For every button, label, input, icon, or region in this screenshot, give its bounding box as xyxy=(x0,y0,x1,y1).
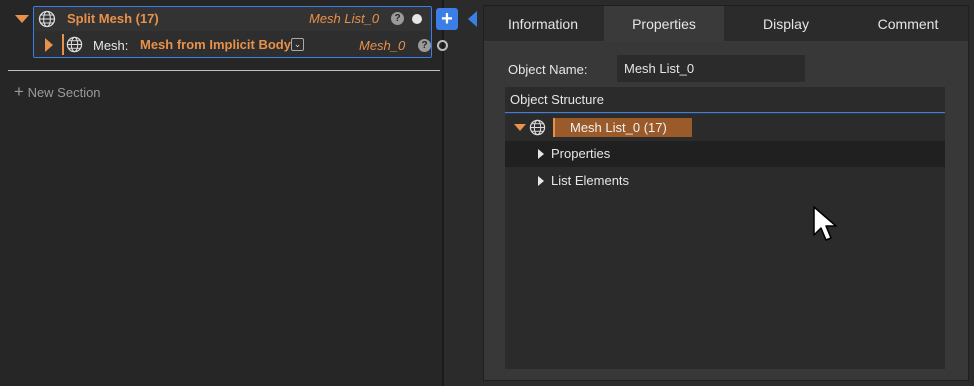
tree-item-properties[interactable]: Properties xyxy=(551,146,610,161)
node-output-name: Mesh List_0 xyxy=(309,11,380,26)
input-value[interactable]: Mesh from Implicit Body xyxy=(140,37,291,52)
expand-arrow-icon[interactable] xyxy=(45,38,53,52)
input-indent-bar xyxy=(62,34,64,55)
input-port-ring[interactable] xyxy=(437,40,448,51)
object-name-field[interactable]: Mesh List_0 xyxy=(617,55,805,82)
help-icon[interactable]: ? xyxy=(418,39,431,52)
tree-root-item[interactable]: Mesh List_0 (17) xyxy=(553,118,692,137)
tree-expand-arrow-icon[interactable] xyxy=(538,176,544,186)
plus-icon: + xyxy=(14,82,24,101)
mesh-globe-icon xyxy=(529,119,546,136)
node-title: Split Mesh (17) xyxy=(67,11,159,26)
object-structure-header: Object Structure xyxy=(505,87,945,113)
mesh-globe-icon xyxy=(66,36,83,53)
collapse-arrow-icon[interactable] xyxy=(15,15,29,23)
tree-expand-arrow-icon[interactable] xyxy=(538,149,544,159)
cursor-icon xyxy=(813,206,837,241)
mesh-globe-icon xyxy=(38,10,56,28)
tree-item-list-elements[interactable]: List Elements xyxy=(551,173,629,188)
new-section-button[interactable]: + New Section xyxy=(14,82,101,102)
tab-display[interactable]: Display xyxy=(726,6,846,41)
input-output-name: Mesh_0 xyxy=(359,38,406,53)
tab-bar: Information Properties Display Comment xyxy=(484,6,968,41)
section-divider xyxy=(8,70,440,71)
chevron-down-icon[interactable]: ⌄ xyxy=(291,38,304,51)
panel-pointer-icon xyxy=(468,11,477,27)
object-name-label: Object Name: xyxy=(508,62,588,77)
tab-comment[interactable]: Comment xyxy=(848,6,968,41)
tab-properties[interactable]: Properties xyxy=(604,6,724,41)
input-label: Mesh: xyxy=(93,38,129,53)
help-icon[interactable]: ? xyxy=(391,12,404,25)
tab-information[interactable]: Information xyxy=(484,6,602,41)
output-port-dot[interactable] xyxy=(412,14,422,24)
new-section-label: New Section xyxy=(27,85,101,100)
tree-collapse-arrow-icon[interactable] xyxy=(514,124,526,131)
add-icon[interactable]: + xyxy=(436,8,458,30)
